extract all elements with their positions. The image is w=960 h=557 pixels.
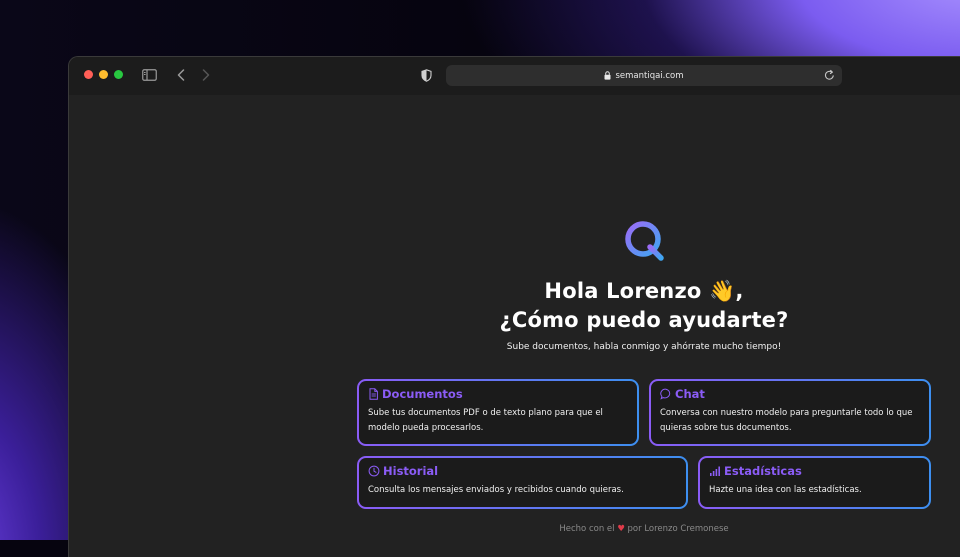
url-text: semantiqai.com bbox=[615, 70, 684, 81]
card-estadisticas[interactable]: Estadísticas Hazte una idea con las esta… bbox=[698, 456, 931, 509]
browser-toolbar: semantiqai.com bbox=[69, 57, 960, 95]
card-description: Consulta los mensajes enviados y recibid… bbox=[368, 485, 624, 495]
maximize-window-button[interactable] bbox=[114, 70, 123, 79]
sidebar-toggle-icon[interactable] bbox=[141, 67, 157, 83]
card-title: Chat bbox=[675, 387, 705, 401]
card-description: Sube tus documentos PDF o de texto plano… bbox=[368, 408, 603, 433]
greeting-heading: Hola Lorenzo 👋, bbox=[544, 279, 744, 303]
card-title: Documentos bbox=[382, 387, 463, 401]
clock-icon bbox=[368, 465, 380, 477]
document-icon bbox=[369, 388, 378, 400]
card-title: Historial bbox=[383, 464, 439, 478]
hero-subtitle: Sube documentos, habla conmigo y ahórrat… bbox=[506, 342, 782, 352]
footer-suffix: por Lorenzo Cremonese bbox=[627, 524, 729, 534]
card-chat[interactable]: Chat Conversa con nuestro modelo para pr… bbox=[649, 379, 931, 446]
footer-credit: Hecho con el ♥ por Lorenzo Cremonese bbox=[349, 524, 939, 534]
heart-icon: ♥ bbox=[617, 524, 625, 534]
card-description: Hazte una idea con las estadísticas. bbox=[709, 485, 862, 495]
help-heading: ¿Cómo puedo ayudarte? bbox=[499, 308, 789, 332]
footer-prefix: Hecho con el bbox=[559, 524, 615, 534]
browser-window: semantiqai.com Hola Lorenzo 👋, ¿Cómo pue… bbox=[68, 56, 960, 557]
chat-bubble-icon bbox=[660, 388, 671, 400]
minimize-window-button[interactable] bbox=[99, 70, 108, 79]
back-arrow-icon[interactable] bbox=[174, 67, 188, 83]
bar-chart-icon bbox=[710, 466, 720, 476]
card-title: Estadísticas bbox=[724, 464, 802, 478]
page-content: Hola Lorenzo 👋, ¿Cómo puedo ayudarte? Su… bbox=[69, 95, 960, 557]
card-description: Conversa con nuestro modelo para pregunt… bbox=[660, 408, 913, 433]
address-bar[interactable]: semantiqai.com bbox=[446, 65, 842, 86]
reload-icon[interactable] bbox=[824, 69, 835, 84]
forward-arrow-icon[interactable] bbox=[199, 67, 213, 83]
card-documentos[interactable]: Documentos Sube tus documentos PDF o de … bbox=[357, 379, 639, 446]
lock-icon bbox=[604, 71, 611, 80]
close-window-button[interactable] bbox=[84, 70, 93, 79]
card-historial[interactable]: Historial Consulta los mensajes enviados… bbox=[357, 456, 688, 509]
semantiq-logo-icon bbox=[625, 221, 664, 261]
privacy-shield-icon[interactable] bbox=[419, 67, 433, 83]
